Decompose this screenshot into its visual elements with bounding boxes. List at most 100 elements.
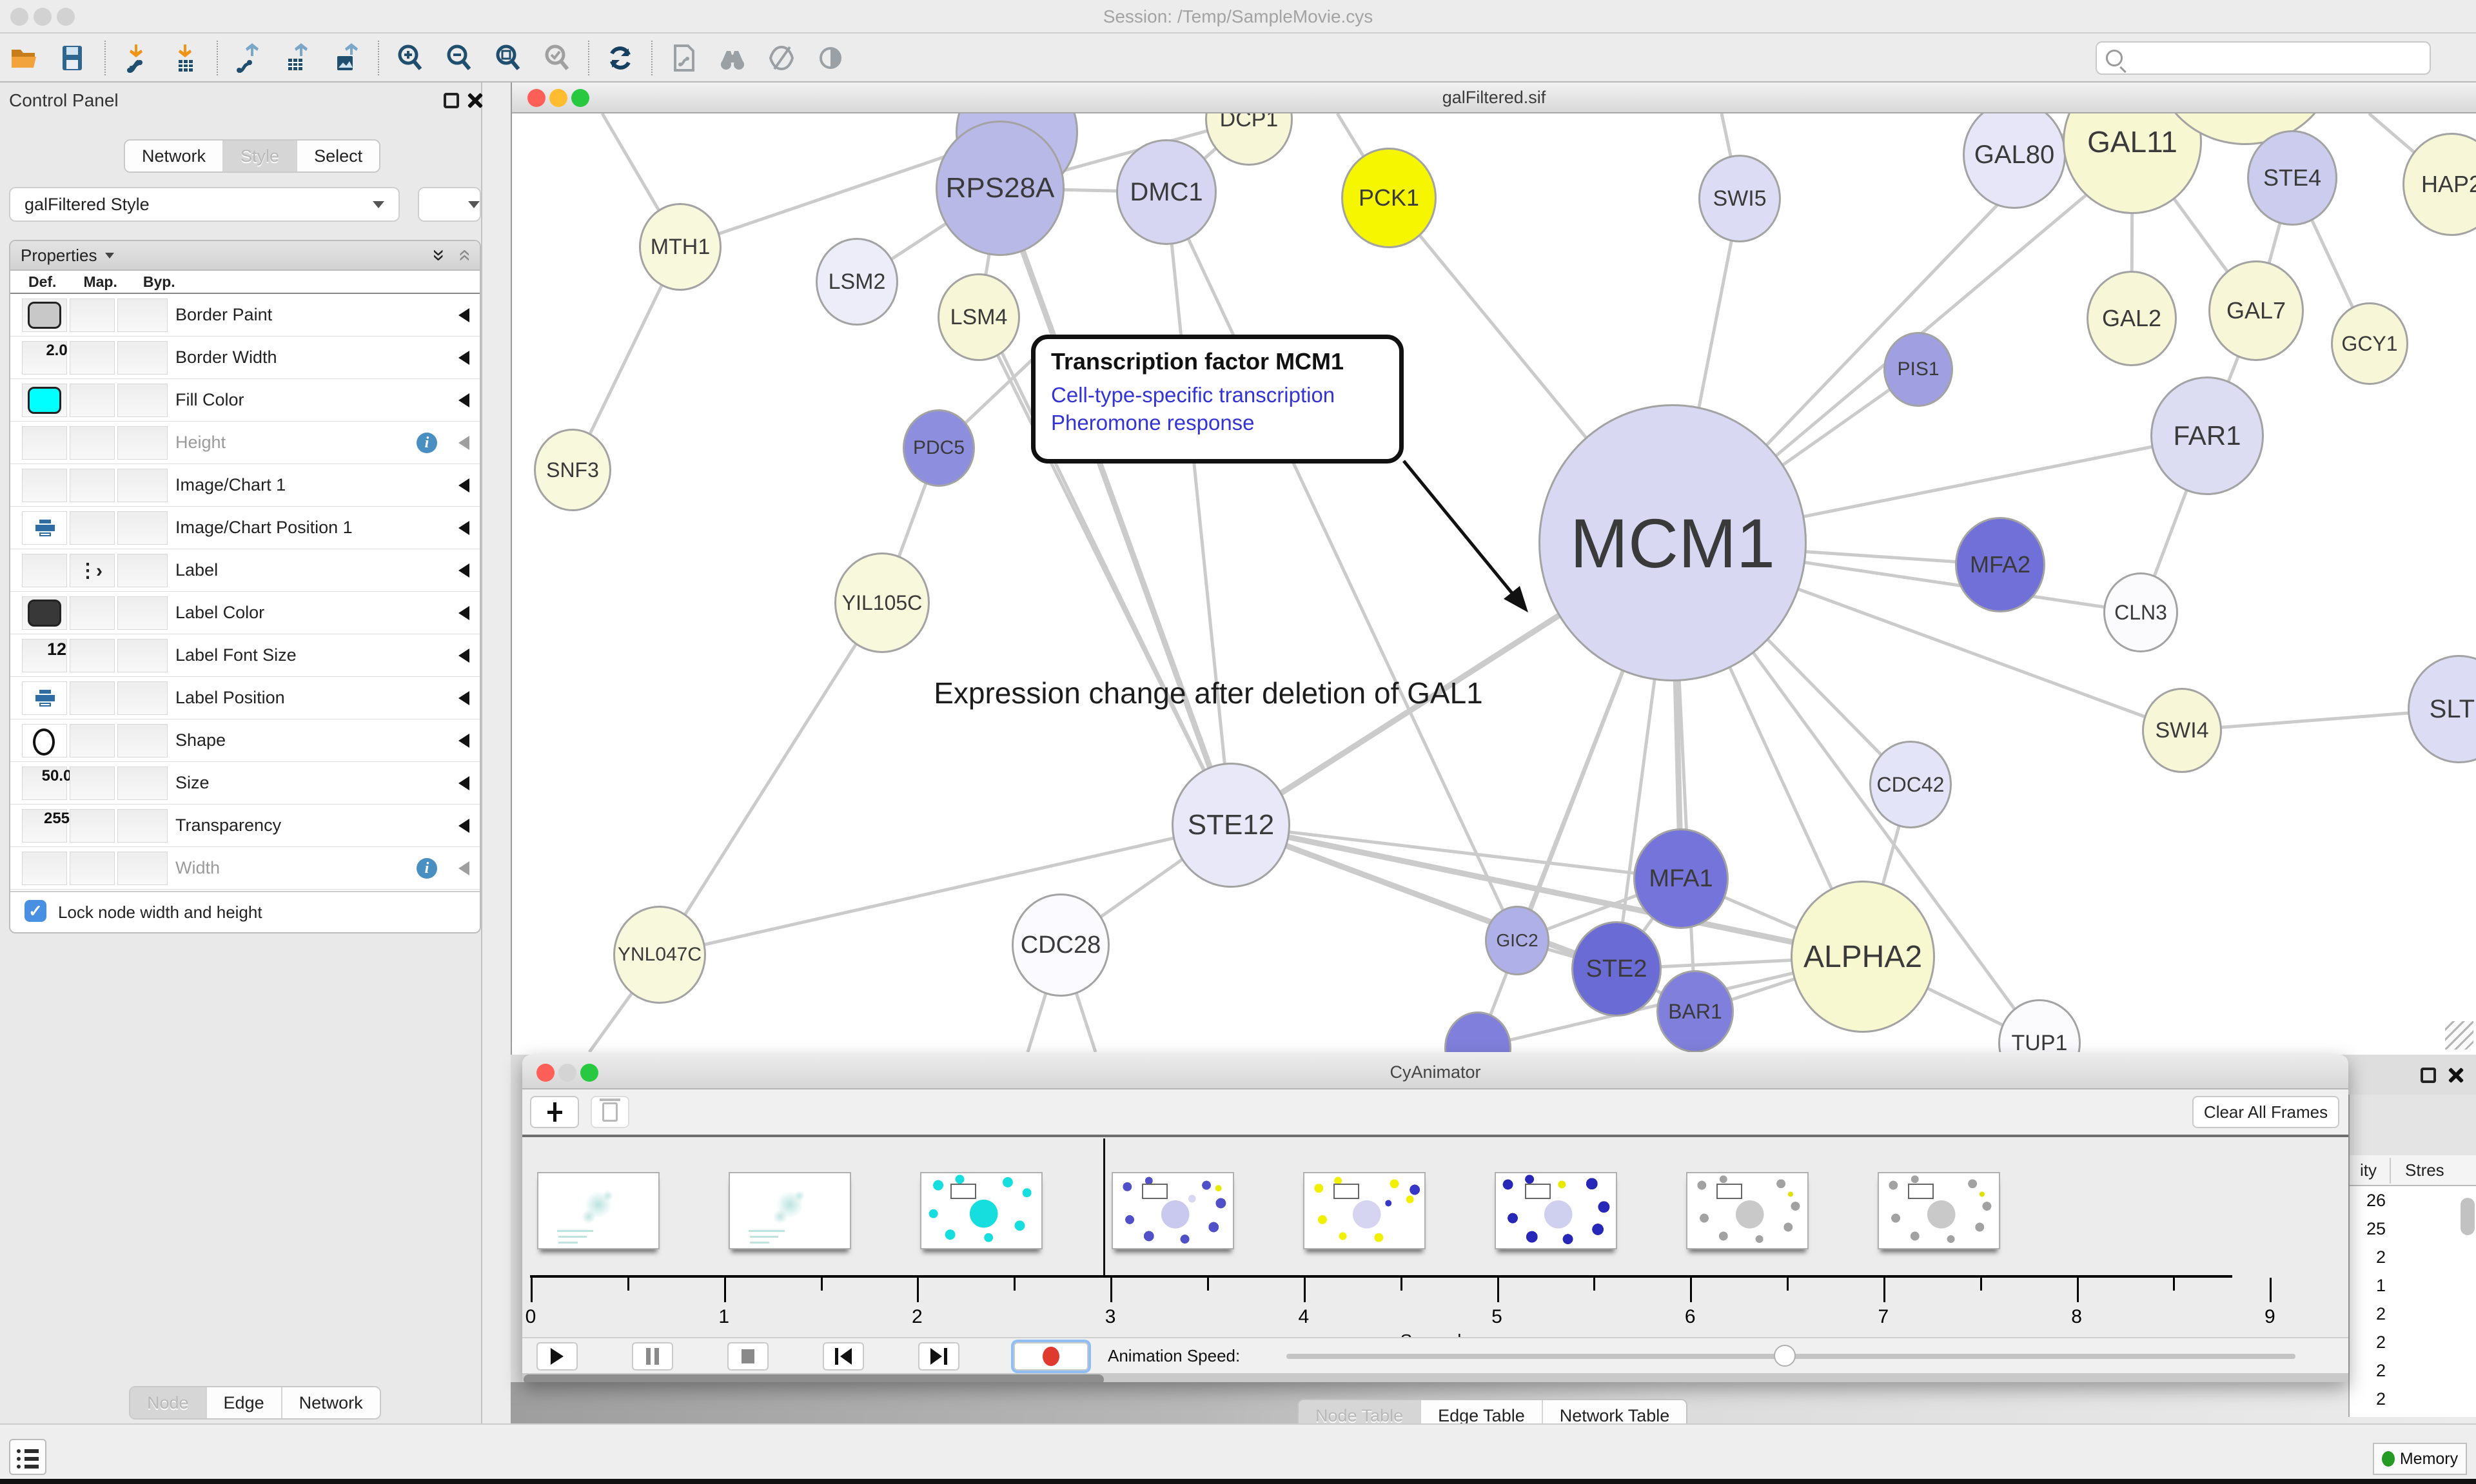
open-session-icon[interactable] [4, 39, 45, 77]
collapse-all-icon[interactable]: » [453, 249, 475, 262]
network-node[interactable]: RPS28A [936, 121, 1065, 256]
expand-property-icon[interactable] [458, 649, 469, 663]
property-row[interactable]: Heighti [10, 422, 480, 464]
style-dropdown[interactable]: galFiltered Style [9, 187, 400, 222]
tab-network-style[interactable]: Network [282, 1387, 380, 1418]
record-button[interactable] [1014, 1342, 1088, 1371]
expand-property-icon[interactable] [458, 734, 469, 748]
tab-node[interactable]: Node [130, 1387, 207, 1418]
tab-edge[interactable]: Edge [207, 1387, 282, 1418]
expand-property-icon[interactable] [458, 521, 469, 535]
results-scrollbar[interactable] [2461, 1198, 2475, 1235]
tab-network[interactable]: Network [125, 141, 224, 171]
close-panel-icon[interactable] [466, 92, 484, 110]
network-node[interactable]: PCK1 [1341, 148, 1437, 248]
map-cell[interactable] [70, 384, 115, 417]
zoom-out-icon[interactable] [438, 39, 480, 77]
discrete-mapping-icon[interactable]: ⋮› [78, 560, 101, 582]
close-panel-icon[interactable] [2446, 1066, 2464, 1084]
expand-property-icon[interactable] [458, 351, 469, 365]
expand-property-icon[interactable] [458, 393, 469, 407]
ellipse-shape-icon[interactable] [33, 728, 55, 756]
search-binoculars-icon[interactable] [712, 39, 753, 77]
frame-thumbnail[interactable] [1303, 1172, 1426, 1249]
def-cell[interactable] [22, 554, 67, 587]
network-node[interactable]: YNL047C [613, 906, 706, 1004]
network-node[interactable]: MFA2 [1955, 517, 2045, 612]
expand-property-icon[interactable] [458, 436, 469, 450]
def-cell[interactable] [22, 469, 67, 502]
pause-button[interactable] [632, 1342, 673, 1371]
scrollbar-thumb[interactable] [524, 1374, 1104, 1382]
expand-property-icon[interactable] [458, 691, 469, 705]
expand-property-icon[interactable] [458, 861, 469, 875]
byp-cell[interactable] [117, 298, 168, 332]
network-from-selection-icon[interactable] [663, 39, 704, 77]
animation-speed-slider[interactable] [1286, 1354, 2295, 1359]
map-cell[interactable] [70, 511, 115, 545]
byp-cell[interactable] [117, 766, 168, 800]
stop-button[interactable] [727, 1342, 769, 1371]
map-cell[interactable] [70, 766, 115, 800]
delete-frame-button[interactable] [591, 1096, 629, 1128]
property-row[interactable]: 255Transparency [10, 805, 480, 847]
map-cell[interactable] [70, 341, 115, 375]
task-history-button[interactable] [9, 1439, 46, 1475]
network-node[interactable]: CDC28 [1012, 893, 1110, 997]
byp-cell[interactable] [117, 596, 168, 630]
def-cell[interactable] [22, 681, 67, 715]
network-node[interactable]: CDC42 [1869, 741, 1952, 828]
expand-property-icon[interactable] [458, 776, 469, 790]
search-input[interactable] [2129, 48, 2413, 69]
map-cell[interactable] [70, 809, 115, 843]
def-cell[interactable] [22, 426, 67, 460]
byp-cell[interactable] [117, 384, 168, 417]
save-session-icon[interactable] [53, 39, 94, 77]
def-cell[interactable] [22, 384, 67, 417]
network-window-titlebar[interactable]: galFiltered.sif [512, 83, 2476, 113]
map-cell[interactable] [70, 852, 115, 885]
float-panel-icon[interactable] [2421, 1068, 2436, 1083]
export-table-icon[interactable] [277, 39, 319, 77]
expand-property-icon[interactable] [458, 478, 469, 493]
network-node[interactable]: CLN3 [2103, 572, 2178, 652]
frame-thumbnail[interactable] [537, 1172, 660, 1249]
properties-header[interactable]: Properties » » [10, 241, 480, 271]
property-row[interactable]: Image/Chart 1 [10, 464, 480, 507]
property-row[interactable]: ⋮›Label [10, 549, 480, 592]
memory-button[interactable]: Memory [2373, 1443, 2467, 1475]
position-icon[interactable] [35, 690, 55, 708]
search-field[interactable] [2096, 41, 2431, 75]
color-swatch[interactable] [28, 600, 61, 627]
apply-layout-icon[interactable] [600, 39, 641, 77]
network-node[interactable]: SWI5 [1698, 155, 1781, 242]
network-node[interactable]: BAR1 [1656, 970, 1734, 1052]
show-graphics-details-icon[interactable] [810, 39, 851, 77]
network-node[interactable]: STE4 [2247, 130, 2337, 226]
map-cell[interactable] [70, 639, 115, 672]
byp-cell[interactable] [117, 639, 168, 672]
network-node[interactable]: PDC5 [903, 409, 975, 487]
def-cell[interactable]: 50.0 [22, 766, 67, 800]
network-node[interactable]: YIL105C [834, 552, 930, 653]
export-image-icon[interactable] [326, 39, 368, 77]
network-node[interactable]: FAR1 [2150, 376, 2264, 495]
expand-property-icon[interactable] [458, 606, 469, 620]
playhead[interactable] [1103, 1138, 1105, 1278]
map-cell[interactable] [70, 724, 115, 757]
def-cell[interactable] [22, 596, 67, 630]
network-node[interactable]: STE2 [1571, 921, 1662, 1017]
resize-grip[interactable] [2445, 1021, 2473, 1050]
def-cell[interactable]: 255 [22, 809, 67, 843]
cyanimator-titlebar[interactable]: CyAnimator [522, 1055, 2348, 1089]
property-row[interactable]: Shape [10, 719, 480, 762]
frame-thumbnail[interactable] [920, 1172, 1043, 1249]
network-canvas[interactable]: Transcription factor MCM1 Cell-type-spec… [512, 113, 2476, 1052]
network-node[interactable]: MTH1 [639, 203, 722, 291]
color-swatch[interactable] [28, 302, 61, 329]
byp-cell[interactable] [117, 852, 168, 885]
timeline[interactable]: 0123456789 Seconds [522, 1137, 2348, 1337]
byp-cell[interactable] [117, 554, 168, 587]
position-icon[interactable] [35, 520, 55, 538]
expand-property-icon[interactable] [458, 819, 469, 833]
